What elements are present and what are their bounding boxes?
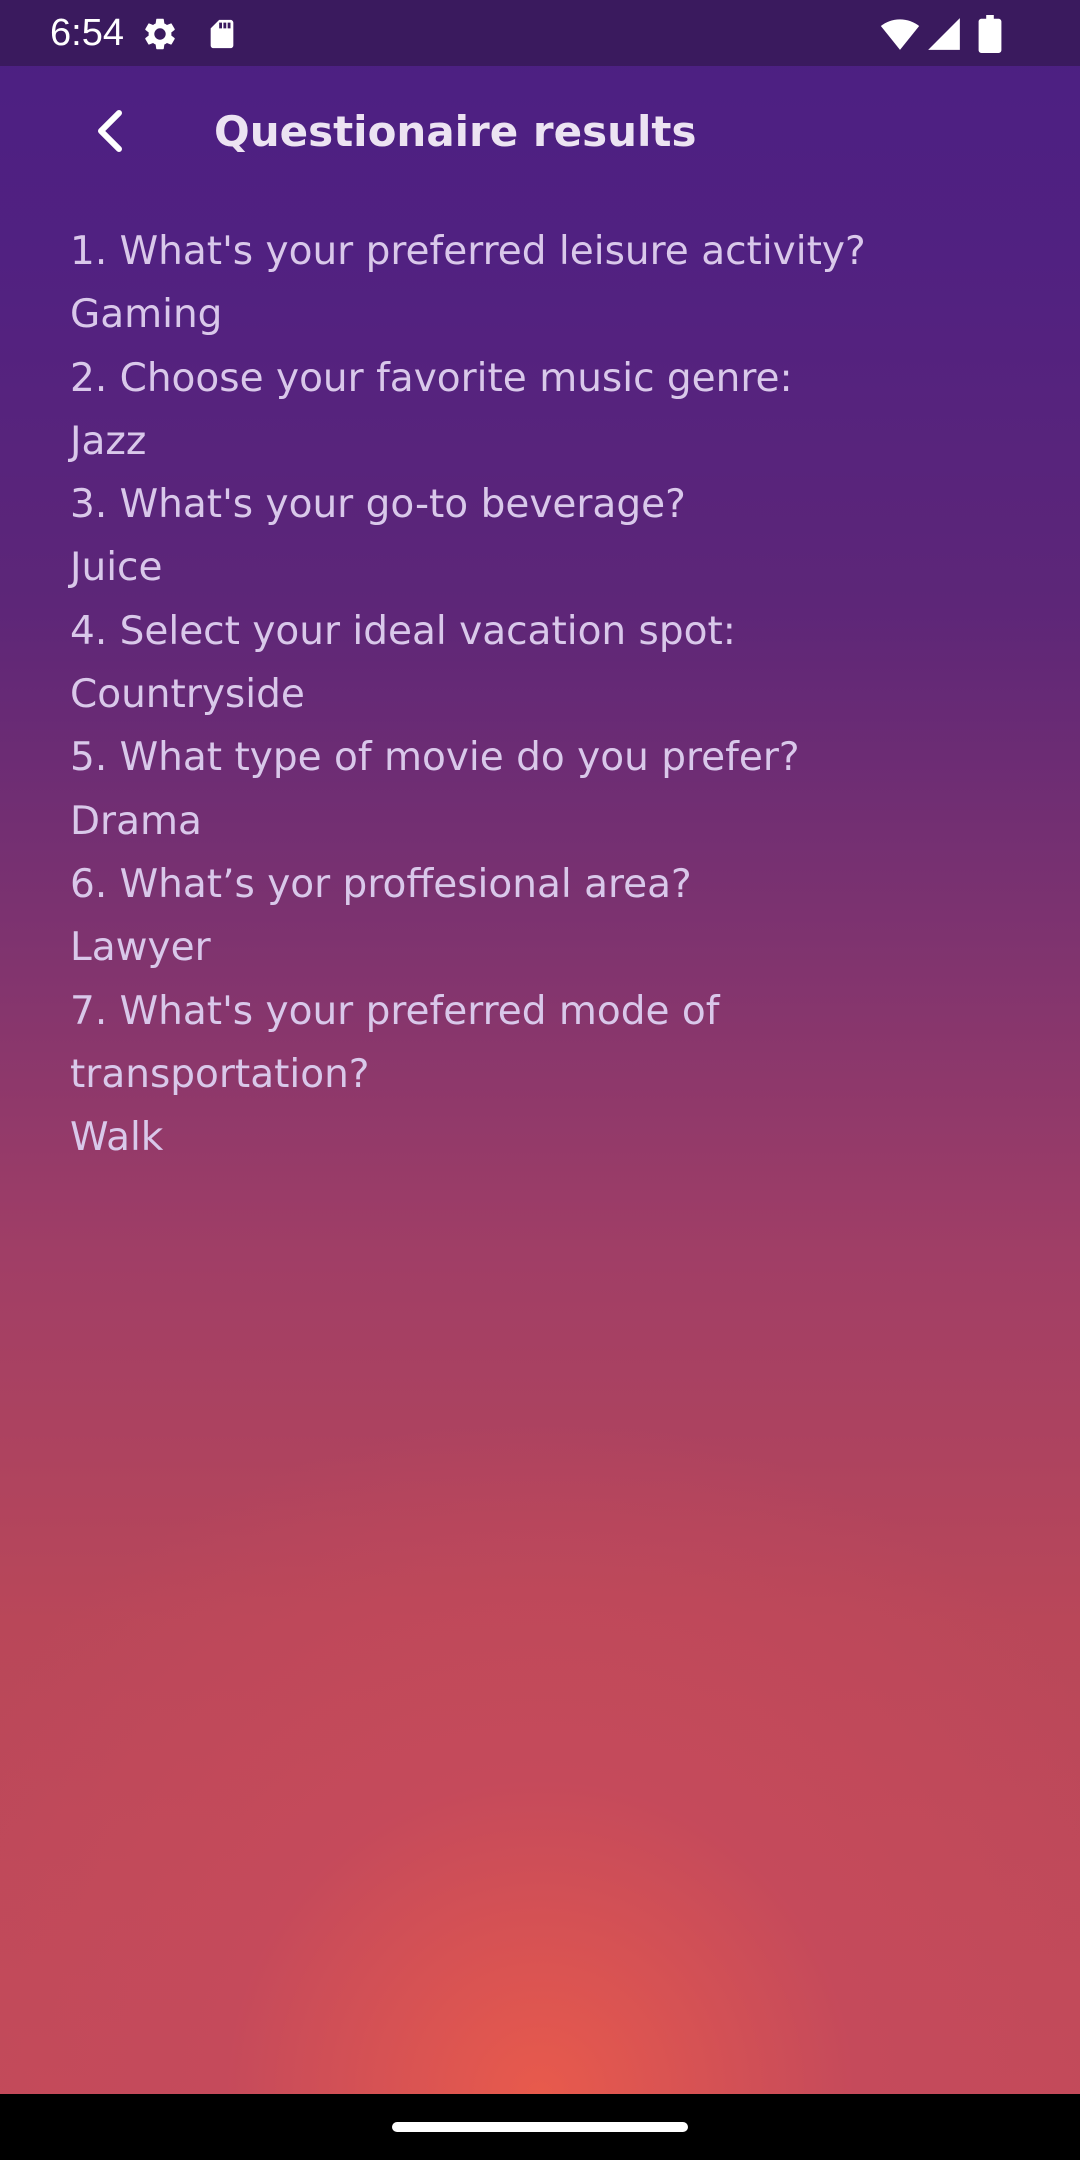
answer-text: Countryside: [70, 672, 305, 718]
result-item-4: 4. Select your ideal vacation spot: Coun…: [70, 600, 970, 727]
screen: 6:54 Questionaire results 1. What's your…: [0, 0, 1080, 2160]
home-indicator[interactable]: [392, 2122, 688, 2132]
result-item-7: 7. What's your preferred mode of transpo…: [70, 980, 970, 1170]
question-text-continued: transportation?: [70, 1051, 370, 1097]
wifi-icon: [880, 14, 920, 54]
chevron-left-icon: [98, 110, 122, 152]
question-text: 2. Choose your favorite music genre:: [70, 355, 793, 401]
result-item-5: 5. What type of movie do you prefer? Dra…: [70, 726, 970, 853]
question-text: 3. What's your go-to beverage?: [70, 482, 686, 528]
navigation-bar: [0, 2094, 1080, 2160]
answer-text: Juice: [70, 545, 163, 591]
answer-text: Drama: [70, 798, 202, 844]
question-text: 1. What's your preferred leisure activit…: [70, 229, 866, 274]
settings-icon: [140, 14, 180, 54]
battery-icon: [970, 14, 1010, 54]
status-time: 6:54: [50, 12, 124, 54]
question-text: 6. What’s yor proffesional area?: [70, 861, 692, 907]
answer-text: Lawyer: [70, 925, 211, 971]
result-item-3: 3. What's your go-to beverage? Juice: [70, 473, 970, 600]
result-item-6: 6. What’s yor proffesional area? Lawyer: [70, 853, 970, 980]
result-item-2: 2. Choose your favorite music genre: Jaz…: [70, 347, 970, 474]
cellular-signal-icon: [924, 14, 964, 54]
answer-text: Walk: [70, 1115, 164, 1161]
question-text: 7. What's your preferred mode of: [70, 988, 720, 1034]
answer-text: Gaming: [70, 292, 223, 338]
app-bar: Questionaire results: [0, 66, 1080, 196]
page-title: Questionaire results: [214, 107, 697, 156]
results-list: 1. What's your preferred leisure activit…: [70, 220, 970, 1169]
result-item-1: 1. What's your preferred leisure activit…: [70, 220, 970, 347]
status-bar: 6:54: [0, 0, 1080, 66]
back-button[interactable]: [80, 101, 140, 161]
question-text: 5. What type of movie do you prefer?: [70, 735, 800, 781]
question-text: 4. Select your ideal vacation spot:: [70, 608, 736, 654]
sd-card-icon: [202, 14, 242, 54]
answer-text: Jazz: [70, 418, 147, 464]
